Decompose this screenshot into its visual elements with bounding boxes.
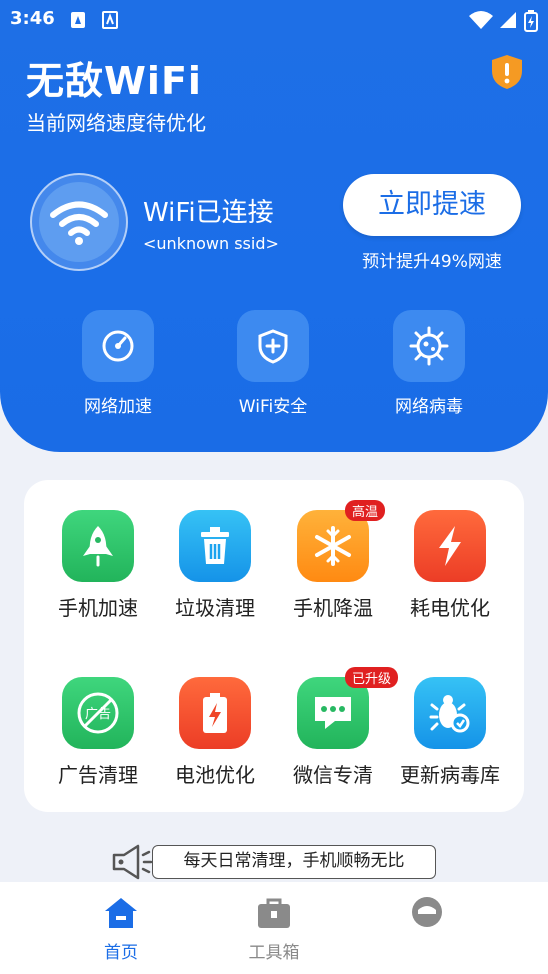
snowflake-icon: [315, 526, 351, 566]
cell-signal-icon: [500, 12, 516, 28]
lightning-icon: [439, 526, 461, 566]
tool-label: 耗电优化: [410, 596, 490, 620]
bug-refresh-icon: [429, 695, 470, 733]
speedometer-icon: [102, 330, 134, 362]
virus-icon: [409, 326, 449, 366]
tool-wechat-clean[interactable]: 已升级 微信专清: [274, 667, 399, 788]
trash-icon: [201, 527, 229, 564]
wifi-icon: [50, 201, 108, 245]
no-ads-icon: 广告: [77, 692, 119, 734]
daily-tip: 每天日常清理，手机顺畅无比: [152, 845, 436, 879]
tab-label: 首页: [104, 943, 138, 963]
status-badge: 高温: [345, 500, 386, 521]
tool-virus-db-update[interactable]: 更新病毒库: [391, 677, 509, 788]
tool-phone-cooling[interactable]: 高温 手机降温: [274, 500, 392, 621]
network-status-subtitle: 当前网络速度待优化: [26, 111, 206, 135]
chat-icon: [315, 697, 351, 729]
tab-profile[interactable]: [367, 896, 487, 938]
quick-action-network-boost[interactable]: 网络加速: [63, 310, 173, 417]
wifi-connected-label: WiFi已连接: [143, 198, 274, 228]
app-title: 无敌WiFi: [26, 59, 202, 103]
tab-label: 工具箱: [248, 943, 300, 963]
tool-junk-clean[interactable]: 垃圾清理: [156, 510, 274, 621]
svg-text:广告: 广告: [85, 707, 111, 722]
quick-action-network-virus[interactable]: 网络病毒: [374, 310, 484, 417]
quick-action-wifi-security[interactable]: WiFi安全: [218, 310, 328, 417]
cleaner-notification-icon: [71, 12, 85, 28]
security-alert-icon[interactable]: [490, 54, 524, 90]
profile-icon: [412, 897, 442, 927]
tool-label: 更新病毒库: [400, 763, 500, 787]
home-icon: [105, 898, 137, 928]
shield-plus-icon: [258, 329, 288, 364]
boost-estimate: 预计提升49%网速: [362, 252, 502, 272]
quick-action-label: 网络病毒: [395, 397, 463, 417]
tool-battery-optimize[interactable]: 电池优化: [156, 677, 274, 788]
tool-label: 垃圾清理: [175, 596, 255, 620]
tool-phone-boost[interactable]: 手机加速: [39, 510, 157, 621]
megaphone-icon: [112, 844, 152, 880]
tab-toolbox[interactable]: 工具箱: [214, 896, 334, 963]
tool-label: 手机降温: [293, 596, 373, 620]
status-time: 3:46: [10, 8, 55, 29]
tool-power-optimize[interactable]: 耗电优化: [391, 510, 509, 621]
tool-label: 手机加速: [58, 596, 138, 620]
tool-label: 广告清理: [58, 763, 138, 787]
tool-ad-clean[interactable]: 广告 广告清理: [39, 677, 157, 788]
battery-icon: [203, 693, 227, 733]
tools-card: 手机加速 垃圾清理 高温 手机降温 耗电优化 广告 广告清理 电池优化 已升级 …: [24, 480, 524, 812]
tool-label: 微信专清: [293, 763, 373, 787]
toolbox-icon: [258, 898, 290, 928]
quick-action-label: WiFi安全: [238, 397, 308, 417]
boost-speed-button[interactable]: 立即提速: [343, 174, 521, 236]
wifi-status-circle: [30, 173, 128, 271]
status-bar: 3:46: [0, 0, 548, 36]
quick-action-label: 网络加速: [84, 397, 152, 417]
wifi-signal-icon: [469, 11, 493, 29]
tool-label: 电池优化: [175, 763, 255, 787]
wifi-ssid: <unknown ssid>: [143, 234, 279, 253]
battery-charging-icon: [524, 10, 538, 32]
header-panel: 3:46 无敌WiFi 当前网络速度待优化 WiFi已连接 <unknown s…: [0, 0, 548, 452]
rocket-icon: [83, 526, 113, 567]
bottom-tab-bar: 首页 工具箱: [0, 882, 548, 974]
tab-home[interactable]: 首页: [61, 896, 181, 963]
app-notification-icon: [102, 11, 118, 29]
